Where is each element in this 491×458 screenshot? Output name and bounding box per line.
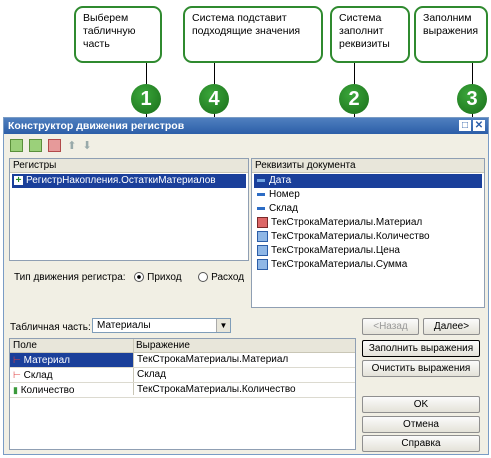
callout-system-substitutes: Система подставит подходящие значения: [183, 6, 323, 63]
field-icon: [257, 178, 265, 182]
radio-out-label: Расход: [211, 272, 245, 283]
badge-1: 1: [131, 84, 161, 114]
callout-fill-expressions: Заполним выражения: [414, 6, 488, 63]
delete-register-icon[interactable]: [48, 139, 62, 152]
registers-toolbar: ⬆ ⬇: [10, 139, 110, 153]
plus-icon: +: [14, 174, 23, 186]
requisite-item[interactable]: Номер: [254, 188, 482, 202]
requisite-item[interactable]: ТекСтрокаМатериалы.Сумма: [254, 258, 482, 272]
move-up-icon[interactable]: ⬆: [67, 139, 76, 152]
grid-header: Поле Выражение: [10, 339, 355, 353]
requisite-label: Дата: [269, 175, 292, 186]
badge-3: 3: [457, 84, 487, 114]
grid-cell-field[interactable]: ⊢ Материал: [10, 353, 133, 367]
grid-field-value: Количество: [20, 385, 75, 396]
requisite-label: Номер: [269, 189, 300, 200]
grid-header-field: Поле: [13, 340, 37, 351]
close-icon[interactable]: ✕: [473, 120, 485, 131]
requisite-label: ТекСтрокаМатериалы.Цена: [271, 245, 400, 256]
grid-expr-value[interactable]: Склад: [137, 368, 166, 382]
radio-unselected-icon: [198, 272, 209, 283]
table-row[interactable]: ▮ Количество ТекСтрокаМатериалы.Количест…: [10, 383, 355, 398]
table-field-icon: [257, 216, 268, 228]
help-button[interactable]: Справка: [362, 435, 480, 452]
table-row[interactable]: ⊢ Материал ТекСтрокаМатериалы.Материал: [10, 353, 355, 368]
register-item[interactable]: + РегистрНакопления.ОстаткиМатериалов: [12, 174, 246, 188]
callout-text: Система подставит подходящие значения: [192, 12, 301, 37]
add-register-icon[interactable]: [10, 139, 23, 152]
callout-text: Заполним выражения: [423, 12, 479, 37]
table-row[interactable]: ⊢ Склад Склад: [10, 368, 355, 383]
radio-in[interactable]: Приход: [134, 272, 184, 283]
dimension-icon: ⊢: [13, 370, 21, 380]
grid-expr-value[interactable]: ТекСтрокаМатериалы.Количество: [137, 383, 296, 397]
dimension-icon: ⊢: [13, 355, 21, 365]
table-part-label: Табличная часть:: [10, 322, 91, 333]
callout-text: Выберем табличную часть: [83, 12, 136, 50]
grid-field-value: Материал: [23, 355, 70, 366]
clear-expressions-button[interactable]: Очистить выражения: [362, 360, 480, 377]
table-part-select[interactable]: Материалы ▼: [92, 318, 231, 333]
requisite-item[interactable]: Склад: [254, 202, 482, 216]
radio-in-label: Приход: [147, 272, 182, 283]
document-requisites-header: Реквизиты документа: [252, 159, 484, 173]
chevron-down-icon[interactable]: ▼: [216, 319, 230, 332]
grid-header-expr: Выражение: [136, 340, 190, 351]
add-register-copy-icon[interactable]: [29, 139, 43, 152]
table-field-icon: [257, 244, 268, 256]
next-button[interactable]: Далее>: [423, 318, 480, 335]
register-item-label: РегистрНакопления.ОстаткиМатериалов: [26, 175, 216, 186]
requisite-item[interactable]: ТекСтрокаМатериалы.Материал: [254, 216, 482, 230]
field-icon: [257, 192, 265, 196]
requisite-item[interactable]: ТекСтрокаМатериалы.Количество: [254, 230, 482, 244]
cancel-button[interactable]: Отмена: [362, 416, 480, 433]
callout-system-fills: Система заполнит реквизиты: [330, 6, 410, 63]
grid-expr-value[interactable]: ТекСтрокаМатериалы.Материал: [137, 353, 288, 367]
back-button[interactable]: <Назад: [362, 318, 419, 335]
field-icon: [257, 206, 265, 210]
radio-out[interactable]: Расход: [198, 272, 244, 283]
ok-button[interactable]: OK: [362, 396, 480, 413]
grid-field-value: Склад: [23, 370, 53, 381]
table-field-icon: [257, 258, 268, 270]
table-part-value: Материалы: [97, 320, 151, 331]
movement-type-row: Тип движения регистра: Приход Расход: [14, 271, 254, 285]
requisite-label: ТекСтрокаМатериалы.Сумма: [271, 259, 408, 270]
resource-icon: ▮: [13, 385, 18, 395]
table-field-icon: [257, 230, 268, 242]
requisite-label: ТекСтрокаМатериалы.Материал: [271, 217, 423, 228]
badge-2: 2: [339, 84, 369, 114]
maximize-icon[interactable]: □: [459, 120, 471, 131]
requisite-item[interactable]: Дата: [254, 174, 482, 188]
movement-type-label: Тип движения регистра:: [14, 272, 126, 283]
expressions-grid: Поле Выражение ⊢ Материал ТекСтрокаМатер…: [9, 338, 356, 450]
radio-selected-icon: [134, 272, 145, 283]
grid-cell-field[interactable]: ⊢ Склад: [10, 368, 133, 382]
grid-cell-field[interactable]: ▮ Количество: [10, 383, 133, 397]
requisite-item[interactable]: ТекСтрокаМатериалы.Цена: [254, 244, 482, 258]
window-title: Конструктор движения регистров: [8, 120, 185, 132]
requisite-label: ТекСтрокаМатериалы.Количество: [271, 231, 430, 242]
badge-4: 4: [199, 84, 229, 114]
move-down-icon[interactable]: ⬇: [82, 139, 91, 152]
document-requisites-panel: Реквизиты документа Дата Номер Склад Тек…: [251, 158, 485, 308]
callout-select-table-part: Выберем табличную часть: [74, 6, 162, 63]
window-titlebar[interactable]: Конструктор движения регистров □ ✕: [4, 118, 488, 134]
requisite-label: Склад: [269, 203, 298, 214]
registers-header: Регистры: [10, 159, 248, 173]
callout-text: Система заполнит реквизиты: [339, 12, 390, 50]
registers-panel: Регистры + РегистрНакопления.ОстаткиМатер…: [9, 158, 249, 261]
fill-expressions-button[interactable]: Заполнить выражения: [362, 340, 480, 357]
register-movement-constructor-window: Конструктор движения регистров □ ✕ ⬆ ⬇ Р…: [3, 117, 489, 455]
